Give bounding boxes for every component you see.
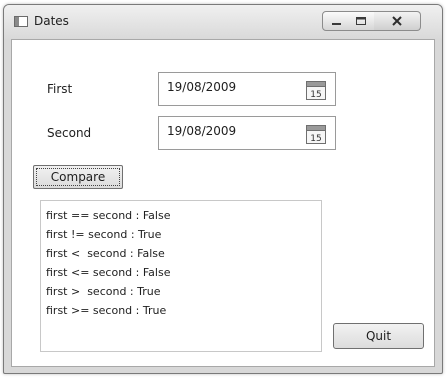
window-app-icon[interactable]	[14, 16, 28, 27]
calendar-day-text: 15	[310, 90, 321, 100]
calendar-day-text: 15	[310, 134, 321, 144]
maximize-button[interactable]	[348, 11, 375, 31]
maximize-icon	[356, 17, 366, 25]
minimize-button[interactable]	[322, 11, 349, 31]
compare-button[interactable]: Compare	[33, 165, 123, 189]
title-bar[interactable]: Dates	[4, 5, 442, 39]
result-line: first >= second : True	[46, 304, 167, 317]
second-date-value: 19/08/2009	[167, 124, 237, 138]
close-icon	[392, 16, 402, 26]
first-date-value: 19/08/2009	[167, 80, 237, 94]
result-line: first > second : True	[46, 285, 161, 298]
result-line: first != second : True	[46, 228, 162, 241]
quit-button[interactable]: Quit	[333, 323, 424, 349]
minimize-icon	[332, 23, 341, 25]
window-title: Dates	[34, 14, 69, 28]
first-date-picker[interactable]: 19/08/2009 15	[158, 72, 336, 106]
calendar-icon[interactable]: 15	[306, 81, 326, 100]
second-date-picker[interactable]: 19/08/2009 15	[158, 116, 336, 150]
results-list[interactable]: first == second : False first != second …	[40, 200, 322, 352]
calendar-icon[interactable]: 15	[306, 125, 326, 144]
close-button[interactable]	[374, 11, 421, 31]
first-label: First	[47, 82, 73, 96]
result-line: first == second : False	[46, 209, 171, 222]
result-line: first < second : False	[46, 247, 165, 260]
result-line: first <= second : False	[46, 266, 171, 279]
second-label: Second	[47, 126, 92, 140]
